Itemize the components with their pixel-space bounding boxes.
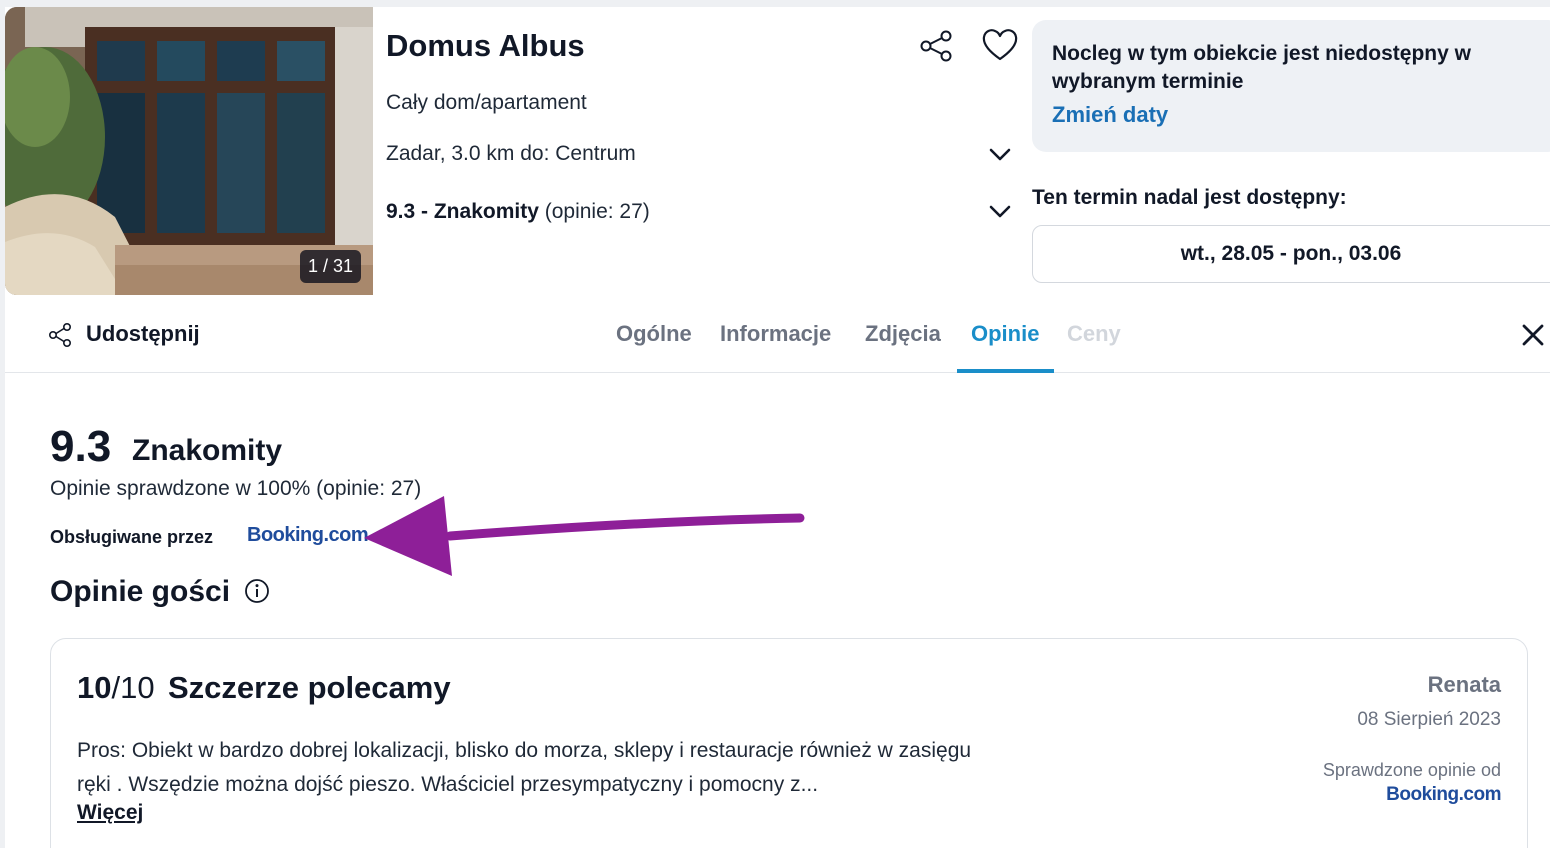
served-by-label: Obsługiwane przez: [50, 527, 214, 547]
still-available-label: Ten termin nadal jest dostępny:: [1032, 186, 1347, 209]
availability-notice: Nocleg w tym obiekcie jest niedostępny w…: [1032, 20, 1550, 152]
available-dates-label: wt., 28.05 - pon., 03.06: [1180, 242, 1402, 265]
review-card: 10/10 Szczerze polecamy Pros: Obiekt w b…: [50, 638, 1528, 848]
review-body: Pros: Obiekt w bardzo dobrej lokalizacji…: [77, 739, 972, 796]
rating-summary: 9.3 - Znakomity (opinie: 27): [386, 200, 650, 224]
booking-logo: Booking.com: [1386, 784, 1501, 805]
property-title: Domus Albus: [386, 28, 585, 63]
available-dates-button[interactable]: wt., 28.05 - pon., 03.06: [1032, 225, 1550, 283]
share-icon[interactable]: [918, 28, 954, 64]
overall-score: 9.3: [50, 422, 112, 471]
guest-reviews-heading: Opinie gości: [50, 575, 231, 608]
annotation-arrow: [364, 496, 805, 576]
tab-bar: Udostępnij Ogólne Informacje Zdjęcia Opi…: [5, 300, 1550, 373]
tab-photos[interactable]: Zdjęcia: [865, 321, 941, 347]
close-icon[interactable]: [1520, 322, 1546, 348]
share-icon[interactable]: [47, 322, 73, 348]
rating-score-label: 9.3 - Znakomity: [386, 200, 539, 223]
review-score-value: 10: [77, 670, 112, 705]
review-verified-label: Sprawdzone opinie od: [1322, 760, 1501, 780]
top-strip: [0, 0, 1550, 7]
review-score-max: /10: [111, 670, 155, 705]
chevron-down-icon[interactable]: [989, 205, 1011, 219]
active-tab-indicator: [957, 369, 1054, 373]
unavailable-message: Nocleg w tym obiekcie jest niedostępny w…: [1052, 42, 1471, 93]
property-type: Cały dom/apartament: [386, 91, 587, 114]
photo-counter: 1 / 31: [299, 250, 361, 283]
property-photo[interactable]: 1 / 31: [5, 7, 373, 295]
tab-info[interactable]: Informacje: [720, 321, 831, 347]
review-title: Szczerze polecamy: [168, 670, 451, 705]
rating-count: (opinie: 27): [538, 200, 650, 223]
share-button[interactable]: Udostępnij: [86, 321, 200, 347]
review-date: 08 Sierpień 2023: [1357, 709, 1501, 730]
info-icon[interactable]: [244, 578, 270, 604]
property-location: Zadar, 3.0 km do: Centrum: [386, 142, 636, 165]
heart-icon[interactable]: [981, 27, 1019, 63]
booking-logo: Booking.com: [247, 524, 369, 546]
tab-prices[interactable]: Ceny: [1067, 321, 1121, 347]
tab-general[interactable]: Ogólne: [616, 321, 692, 347]
review-score: 10/10: [77, 670, 155, 706]
tab-reviews[interactable]: Opinie: [971, 321, 1039, 347]
change-dates-link[interactable]: Zmień daty: [1052, 102, 1168, 128]
review-more-link[interactable]: Więcej: [77, 801, 143, 825]
chevron-down-icon[interactable]: [989, 148, 1011, 162]
overall-score-word: Znakomity: [132, 434, 283, 467]
review-author: Renata: [1427, 672, 1501, 697]
